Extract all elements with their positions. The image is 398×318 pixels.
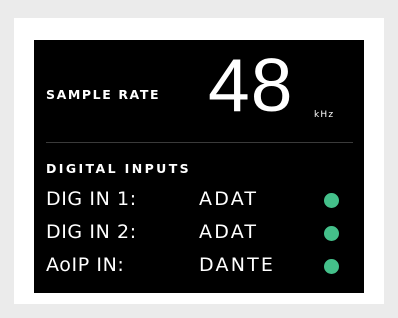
display-frame: SAMPLE RATE 48 kHz DIGITAL INPUTS DIG IN… [14, 18, 384, 304]
digital-inputs-heading: DIGITAL INPUTS [46, 161, 192, 176]
input-source: ADAT [199, 221, 259, 243]
input-label: DIG IN 1: [46, 188, 137, 210]
status-display: SAMPLE RATE 48 kHz DIGITAL INPUTS DIG IN… [34, 40, 364, 293]
sample-rate-label: SAMPLE RATE [46, 87, 161, 102]
input-source: ADAT [199, 188, 259, 210]
input-row-dig-in-2: DIG IN 2: ADAT [46, 221, 352, 249]
status-indicator [324, 193, 339, 208]
input-label: AoIP IN: [46, 254, 125, 276]
sample-rate-value: 48 [208, 43, 294, 127]
input-row-dig-in-1: DIG IN 1: ADAT [46, 188, 352, 216]
input-source: DANTE [199, 254, 276, 276]
status-indicator [324, 259, 339, 274]
status-indicator [324, 226, 339, 241]
divider [46, 142, 353, 143]
input-label: DIG IN 2: [46, 221, 137, 243]
sample-rate-unit: kHz [314, 110, 335, 120]
input-row-aoip-in: AoIP IN: DANTE [46, 254, 352, 282]
